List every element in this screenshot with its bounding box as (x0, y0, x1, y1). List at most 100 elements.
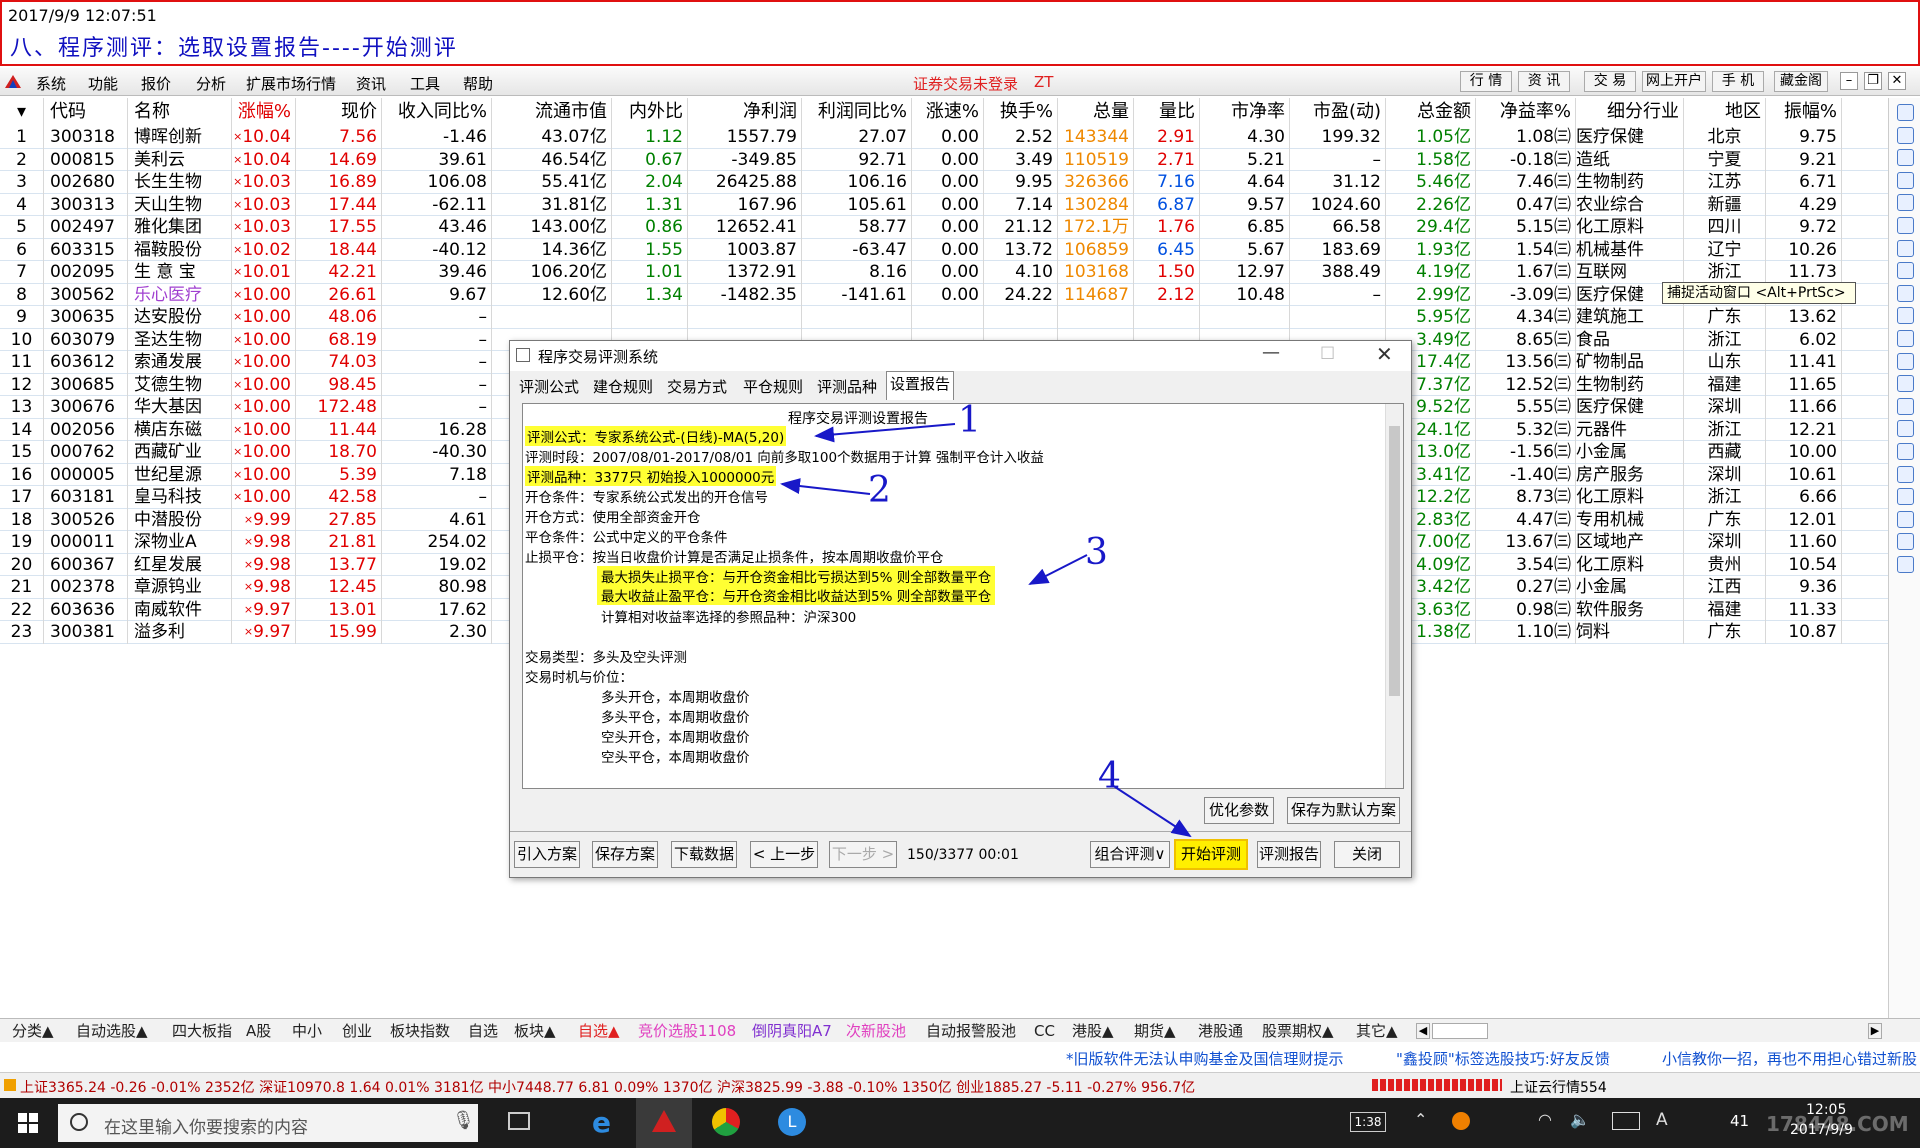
list-icon[interactable] (1897, 194, 1914, 212)
tab-cc[interactable]: CC (1034, 1021, 1055, 1041)
save-default-button[interactable]: 保存为默认方案 (1287, 797, 1400, 824)
tab-options[interactable]: 股票期权▲ (1262, 1021, 1334, 1041)
dialog-minimize-icon[interactable]: — (1262, 342, 1280, 363)
dialog-close-icon[interactable]: ✕ (1376, 342, 1393, 366)
tab-futures[interactable]: 期货▲ (1134, 1021, 1176, 1041)
tab-close-rules[interactable]: 平仓规则 (740, 375, 806, 401)
mobile-button[interactable]: 手 机 (1712, 71, 1764, 92)
menu-tools[interactable]: 工具 (410, 73, 440, 94)
table-row[interactable]: 3 002680 长生生物 ×10.03 16.89 106.08 55.41亿 2.04 26… (0, 171, 1888, 194)
bar-chart-icon[interactable] (1897, 262, 1914, 280)
tab-sector-index[interactable]: 板块指数 (390, 1021, 450, 1041)
tab-hk[interactable]: 港股▲ (1072, 1021, 1114, 1041)
doc-icon[interactable] (1897, 307, 1914, 325)
sort-icon[interactable]: ▾ (0, 98, 44, 126)
tab-sme[interactable]: 中小 (292, 1021, 322, 1041)
table-row[interactable]: 2 000815 美利云 ×10.04 14.69 39.61 46.54亿 0.67 -349… (0, 148, 1888, 171)
tab-pattern[interactable]: 倒阴真阳A7 (752, 1021, 832, 1041)
test-report-button[interactable]: 评测报告 (1257, 841, 1321, 868)
tab-four-indices[interactable]: 四大板指 (172, 1021, 232, 1041)
tab-alert-pool[interactable]: 自动报警股池 (926, 1021, 1016, 1041)
menu-function[interactable]: 功能 (88, 73, 118, 94)
tab-auction-pick[interactable]: 竞价选股1108 (638, 1021, 736, 1041)
notes-icon[interactable] (1897, 330, 1914, 347)
column-header[interactable]: 换手% (984, 98, 1058, 126)
tab-watchlist-menu[interactable]: 自选▲ (578, 1021, 620, 1041)
column-header[interactable]: 收入同比% (382, 98, 492, 126)
minimize-icon[interactable]: – (1840, 72, 1858, 90)
tray-app-icon[interactable] (1452, 1112, 1470, 1130)
cangjinge-button[interactable]: 藏金阁 (1774, 71, 1828, 92)
tab-scroll-thumb[interactable] (1432, 1023, 1488, 1039)
scroll-left-icon[interactable]: ◀ (1416, 1023, 1430, 1039)
folder-icon[interactable] (1897, 420, 1914, 438)
task-view-icon[interactable] (508, 1112, 530, 1130)
tab-sector[interactable]: 板块▲ (514, 1021, 556, 1041)
column-header[interactable]: 市盈(动) (1290, 98, 1386, 126)
windows-start-icon[interactable] (18, 1113, 38, 1133)
menu-news[interactable]: 资讯 (356, 73, 386, 94)
table-row[interactable]: 1 300318 博晖创新 ×10.04 7.56 -1.46 43.07亿 1.12 1557… (0, 126, 1888, 149)
app-icon-2[interactable] (712, 1108, 740, 1136)
tab-a-shares[interactable]: A股 (246, 1021, 271, 1041)
column-header[interactable]: 现价 (296, 98, 382, 126)
login-icon[interactable] (1897, 510, 1914, 528)
close-button[interactable]: 关闭 (1334, 841, 1400, 868)
tab-hk-connect[interactable]: 港股通 (1198, 1021, 1243, 1041)
tab-instruments[interactable]: 评测品种 (814, 375, 880, 401)
network-icon[interactable]: ◠ (1538, 1110, 1552, 1129)
f10-icon[interactable] (1897, 284, 1914, 302)
table-row[interactable]: 8 300562 乐心医疗 ×10.00 26.61 9.67 12.60亿 1.34 -148… (0, 283, 1888, 306)
column-header[interactable]: 净利润 (688, 98, 802, 126)
column-header[interactable]: 利润同比% (802, 98, 912, 126)
trading-app-taskbar[interactable] (636, 1098, 692, 1148)
taskbar-search-box[interactable]: 在这里输入你要搜索的内容 🎙 (58, 1104, 478, 1142)
microphone-icon[interactable]: 🎙 (452, 1110, 475, 1131)
chart-icon[interactable] (1897, 171, 1914, 189)
news-button[interactable]: 资 讯 (1518, 71, 1570, 92)
close-icon[interactable]: ✕ (1888, 72, 1906, 90)
prev-step-button[interactable]: < 上一步 (750, 841, 818, 868)
candle-icon[interactable] (1897, 239, 1914, 257)
column-header[interactable]: 总量 (1058, 98, 1134, 126)
tab-settings-report[interactable]: 设置报告 (886, 371, 955, 400)
column-header[interactable]: 细分行业 (1576, 98, 1684, 126)
up-icon[interactable] (1897, 126, 1914, 144)
wallet-icon[interactable] (1897, 533, 1914, 551)
column-header[interactable]: 名称 (128, 98, 232, 126)
tab-auto-select[interactable]: 自动选股▲ (76, 1021, 148, 1041)
column-header[interactable]: 总金额 (1386, 98, 1476, 126)
menu-system[interactable]: 系统 (36, 73, 66, 94)
column-header[interactable]: 内外比 (612, 98, 688, 126)
keyboard-icon[interactable] (1612, 1112, 1640, 1130)
column-header[interactable]: 涨速% (912, 98, 984, 126)
save-plan-button[interactable]: 保存方案 (592, 841, 658, 868)
table-row[interactable]: 4 300313 天山生物 ×10.03 17.44 -62.11 31.81亿 1.31 16… (0, 193, 1888, 216)
next-step-button[interactable]: 下一步 > (829, 841, 897, 868)
column-header[interactable]: 市净率 (1200, 98, 1290, 126)
open-account-button[interactable]: 网上开户 (1642, 71, 1706, 92)
line-chart-icon[interactable] (1897, 217, 1914, 234)
column-header[interactable]: 地区 (1684, 98, 1766, 126)
volume-icon[interactable]: 🔈 (1570, 1110, 1590, 1129)
column-header[interactable]: 净益率% (1476, 98, 1576, 126)
table-row[interactable]: 6 603315 福鞍股份 ×10.02 18.44 -40.12 14.36亿 1.55 10… (0, 238, 1888, 261)
menu-analysis[interactable]: 分析 (196, 73, 226, 94)
trade-button[interactable]: 交 易 (1584, 71, 1636, 92)
tools-icon[interactable] (1897, 375, 1914, 393)
edge-icon[interactable]: e (592, 1106, 611, 1139)
tab-classify[interactable]: 分类▲ (12, 1021, 54, 1041)
etf-icon[interactable] (1897, 488, 1914, 506)
scroll-right-icon[interactable]: ▶ (1868, 1023, 1882, 1039)
dialog-maximize-icon[interactable]: ☐ (1320, 344, 1335, 364)
table-row[interactable]: 5 002497 雅化集团 ×10.03 17.55 43.46 143.00亿 0.86 12… (0, 216, 1888, 239)
clock-icon[interactable] (1897, 397, 1914, 415)
app-icon-3[interactable]: L (778, 1108, 806, 1136)
tray-chip[interactable]: 1:38 (1350, 1112, 1386, 1132)
info-link-3[interactable]: 小信教你一招，再也不用担心错过新股 (1662, 1048, 1917, 1069)
quote-button[interactable]: 行 情 (1460, 71, 1512, 92)
info-link-1[interactable]: *旧版软件无法认申购基金及国信理财提示 (1066, 1048, 1344, 1069)
download-data-button[interactable]: 下载数据 (671, 841, 737, 868)
table-row[interactable]: 9 300635 达安股份 ×10.00 48.06–5.95亿 4.34㈢ 建筑施工 广东 1… (0, 306, 1888, 329)
info-link-2[interactable]: "鑫投顾"标签选股技巧:好友反馈 (1396, 1048, 1610, 1069)
